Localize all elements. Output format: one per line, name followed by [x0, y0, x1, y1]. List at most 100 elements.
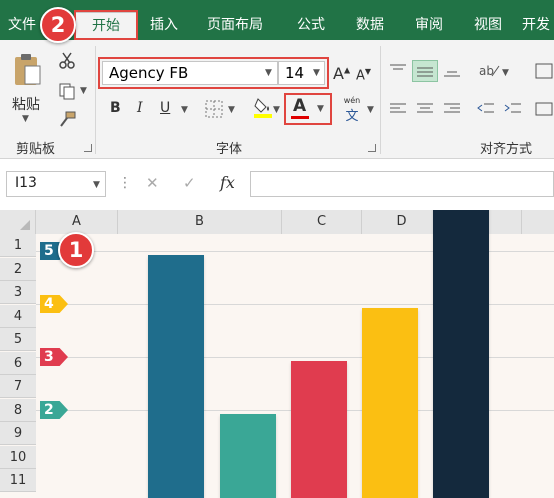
tab-formulas[interactable]: 公式: [297, 12, 325, 38]
grow-font-button[interactable]: A▲: [333, 64, 350, 83]
font-size-dropdown-icon[interactable]: ▼: [313, 68, 320, 78]
chart-bar-5[interactable]: [433, 210, 489, 498]
cancel-icon[interactable]: ✕: [146, 174, 159, 192]
underline-dropdown-icon[interactable]: ▼: [181, 105, 188, 115]
column-header-b[interactable]: B: [118, 210, 282, 234]
row-header-11[interactable]: 11: [0, 469, 36, 492]
tab-review[interactable]: 审阅: [415, 12, 443, 38]
font-group-label: 字体: [216, 142, 243, 157]
font-family-value: Agency FB: [109, 64, 189, 82]
font-size-value: 14: [285, 64, 305, 82]
tab-view[interactable]: 视图: [474, 12, 502, 38]
row-header-7[interactable]: 7: [0, 375, 36, 398]
font-color-dropdown-icon[interactable]: ▼: [317, 104, 324, 114]
name-box[interactable]: I13 ▼: [6, 171, 106, 197]
phonetic-pinyin: wén: [343, 96, 361, 105]
orientation-icon[interactable]: ab: [478, 62, 500, 82]
tab-insert[interactable]: 插入: [150, 12, 178, 38]
level-marker-4: 4: [40, 295, 68, 313]
formula-bar: I13 ▼ ⋮ ✕ ✓ fx: [0, 159, 554, 209]
chart-bar-2[interactable]: [220, 414, 276, 498]
svg-text:ab: ab: [479, 64, 494, 78]
tab-developer[interactable]: 开发: [522, 12, 550, 38]
font-color-swatch: [291, 116, 309, 119]
phonetic-button[interactable]: wén 文: [341, 96, 363, 124]
font-family-dropdown-icon[interactable]: ▼: [265, 68, 272, 78]
font-color-highlight: [284, 93, 332, 125]
column-header-d[interactable]: D: [362, 210, 442, 234]
row-header-1[interactable]: 1: [0, 234, 36, 257]
column-header-c[interactable]: C: [282, 210, 362, 234]
shrink-font-glyph: A: [356, 68, 365, 84]
clipboard-group-label: 剪贴板: [16, 142, 56, 157]
group-separator: [95, 46, 96, 154]
fill-color-icon[interactable]: [253, 96, 273, 122]
level-marker-3: 3: [40, 348, 68, 366]
paste-dropdown-icon[interactable]: ▼: [22, 114, 29, 124]
level-marker-2: 2: [40, 401, 68, 419]
row-header-9[interactable]: 9: [0, 422, 36, 445]
font-family-select[interactable]: Agency FB: [102, 61, 278, 85]
borders-icon[interactable]: [205, 100, 223, 122]
callout-badge-2: 2: [40, 7, 76, 43]
row-header-4[interactable]: 4: [0, 304, 36, 328]
tab-home-highlight: [74, 10, 138, 40]
wrap-text-icon[interactable]: [534, 62, 554, 84]
alignment-group-label: 对齐方式: [480, 142, 533, 157]
chart-bar-3[interactable]: [291, 361, 347, 498]
align-middle-icon[interactable]: [412, 60, 438, 82]
callout-badge-1: 1: [58, 232, 94, 268]
align-center-icon[interactable]: [415, 101, 435, 121]
bold-button[interactable]: B: [110, 100, 121, 116]
name-box-dropdown-icon[interactable]: ▼: [93, 180, 100, 190]
tab-file[interactable]: 文件: [8, 12, 36, 38]
ribbon-home: 粘贴 ▼ ▼ 剪贴板 Agency FB ▼ 14 ▼ A▲ A▼ B I U …: [0, 40, 554, 159]
fill-color-dropdown-icon[interactable]: ▼: [273, 105, 280, 115]
row-header-6[interactable]: 6: [0, 351, 36, 375]
format-painter-icon[interactable]: [58, 110, 76, 132]
italic-button[interactable]: I: [137, 100, 143, 116]
borders-dropdown-icon[interactable]: ▼: [228, 105, 235, 115]
chart-bar-4[interactable]: [362, 308, 418, 498]
tab-page-layout[interactable]: 页面布局: [207, 12, 263, 38]
enter-icon[interactable]: ✓: [183, 174, 196, 192]
row-header-5[interactable]: 5: [0, 328, 36, 351]
worksheet-grid[interactable]: A B C D E 1234567891011 65432 1: [0, 210, 554, 498]
merge-center-icon[interactable]: [534, 101, 554, 121]
phonetic-char: 文: [345, 109, 359, 124]
chart-bar-1[interactable]: [148, 255, 204, 498]
row-header-3[interactable]: 3: [0, 281, 36, 304]
copy-icon[interactable]: [58, 82, 76, 104]
clipboard-launcher-icon[interactable]: [84, 144, 92, 152]
insert-function-button[interactable]: fx: [220, 173, 235, 192]
phonetic-dropdown-icon[interactable]: ▼: [367, 105, 374, 115]
align-right-icon[interactable]: [442, 101, 462, 121]
row-header-2[interactable]: 2: [0, 257, 36, 281]
group-separator: [380, 46, 381, 154]
paste-button[interactable]: 粘贴: [12, 94, 40, 114]
formula-input[interactable]: [250, 171, 554, 197]
font-launcher-icon[interactable]: [368, 144, 376, 152]
select-all-corner[interactable]: [0, 210, 36, 234]
formula-bar-grip-icon: ⋮: [118, 175, 132, 191]
shrink-font-button[interactable]: A▼: [356, 67, 371, 83]
decrease-indent-icon[interactable]: [476, 101, 496, 121]
column-header-a[interactable]: A: [36, 210, 118, 234]
paste-icon[interactable]: [12, 52, 42, 88]
copy-dropdown-icon[interactable]: ▼: [80, 86, 87, 96]
row-header-10[interactable]: 10: [0, 445, 36, 469]
align-left-icon[interactable]: [388, 101, 408, 121]
name-box-value: I13: [15, 175, 37, 191]
row-header-8[interactable]: 8: [0, 398, 36, 422]
grow-font-glyph: A: [333, 64, 344, 83]
underline-button[interactable]: U: [160, 100, 170, 116]
orientation-dropdown-icon[interactable]: ▼: [502, 68, 509, 78]
increase-indent-icon[interactable]: [503, 101, 523, 121]
cut-icon[interactable]: [58, 52, 76, 74]
tab-data[interactable]: 数据: [356, 12, 384, 38]
align-bottom-icon[interactable]: [442, 62, 462, 82]
column-header-f[interactable]: [522, 210, 554, 234]
ribbon-tab-bar: 文件 开始 插入 页面布局 公式 数据 审阅 视图 开发: [0, 0, 554, 40]
font-color-button[interactable]: A: [293, 96, 306, 116]
align-top-icon[interactable]: [388, 62, 408, 82]
